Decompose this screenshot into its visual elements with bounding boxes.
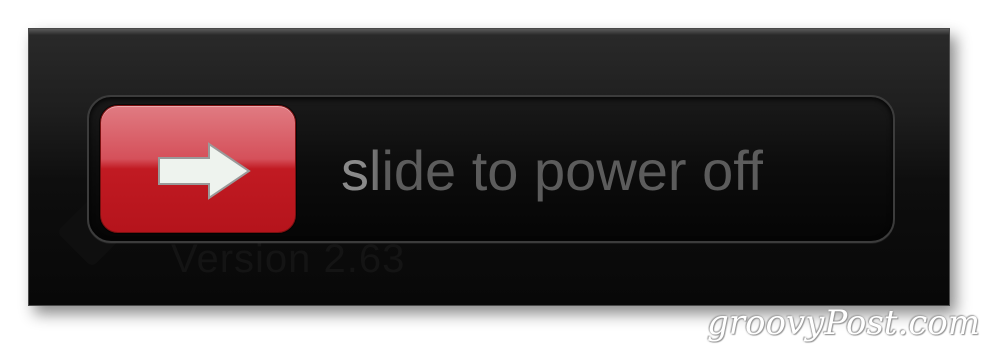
power-off-screen: Version 2.63 slide to power off [28,28,950,306]
slider-label: slide to power off [341,131,763,211]
power-off-slider-thumb[interactable] [100,105,296,233]
watermark-logo: groovyPost.com [706,303,980,343]
power-off-slider-track[interactable]: slide to power off [87,95,895,243]
background-version-text: Version 2.63 [171,237,406,281]
right-arrow-icon [158,142,251,200]
screenshot-stage: Version 2.63 slide to power off groovyPo… [0,0,1000,357]
